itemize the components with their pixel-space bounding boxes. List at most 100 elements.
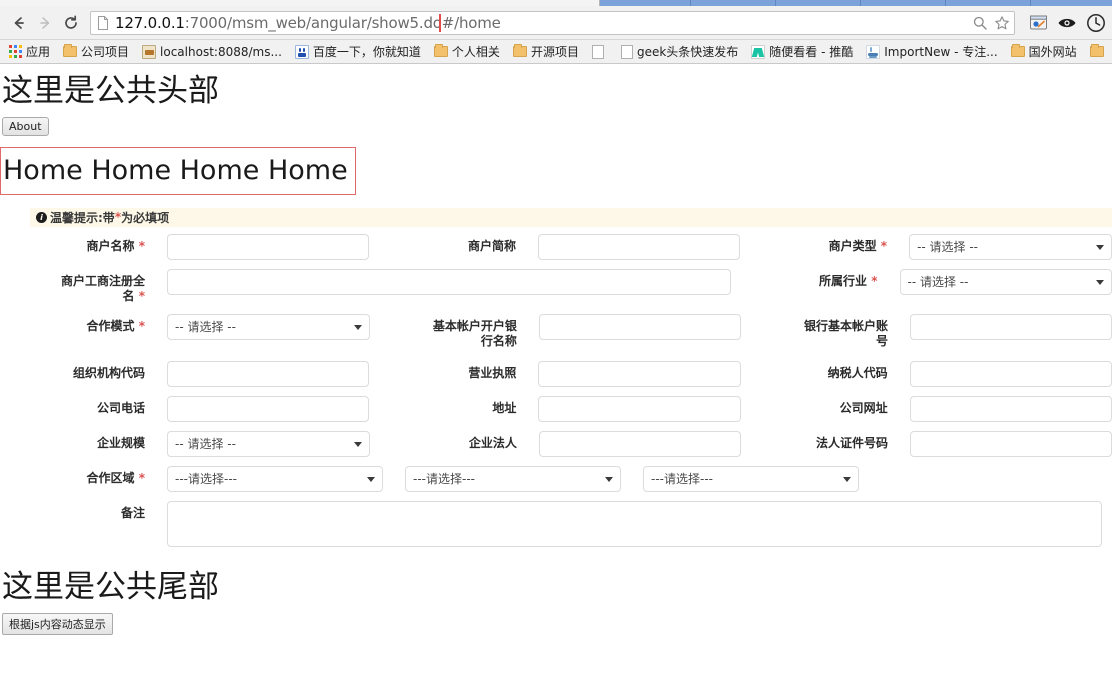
region-city-value: ---请选择--- <box>413 472 475 487</box>
bookmark-item[interactable]: ImportNew - 专注... <box>862 42 1001 61</box>
field-label-business-registration-name: 商户工商注册全名 * <box>60 273 145 303</box>
field-label-memo: 备注 <box>120 505 145 520</box>
company-scale-value: -- 请选择 -- <box>175 437 236 452</box>
bookmark-label: geek头条快速发布 <box>636 45 739 59</box>
field-label-bank-name: 基本帐户开户银 行名称 <box>432 318 517 348</box>
public-footer-title: 这里是公共尾部 <box>2 568 219 605</box>
folder-icon <box>1010 44 1025 57</box>
browser-chrome: 127.0.0.1:7000/msm_web/angular/show5.do#… <box>0 0 1112 64</box>
reload-icon[interactable] <box>58 10 84 36</box>
industry-value: -- 请选择 -- <box>907 275 969 290</box>
cooperation-mode-select[interactable]: -- 请选择 -- <box>167 313 370 340</box>
bookmark-item[interactable]: 应用 <box>5 42 54 61</box>
bookmark-item[interactable]: localhost:8088/ms... <box>138 44 286 60</box>
field-label-bank-account: 银行基本帐户账号 <box>803 318 888 348</box>
region-city-select[interactable]: ---请选择--- <box>405 465 621 492</box>
memo-textarea[interactable] <box>167 500 1102 547</box>
url-host: 127.0.0.1 <box>115 13 185 32</box>
region-province-value: ---请选择--- <box>175 472 237 487</box>
legal-person-input[interactable] <box>538 430 741 457</box>
chevron-down-icon <box>1096 279 1104 285</box>
clock-icon[interactable] <box>1086 13 1106 33</box>
page-document-icon <box>98 15 108 30</box>
back-arrow-icon[interactable] <box>6 10 32 36</box>
dynamic-js-button[interactable]: 根据js内容动态显示 <box>2 612 113 635</box>
tuicool-favicon <box>751 44 766 59</box>
info-circle-icon: i <box>36 211 47 223</box>
active-tab[interactable] <box>0 0 600 6</box>
url-path: :7000/msm_web/angular/show5.do <box>184 13 442 32</box>
merchant-name-input[interactable] <box>167 233 370 260</box>
field-label-address: 地址 <box>492 400 517 415</box>
chevron-down-icon <box>605 476 613 482</box>
business-registration-name-input[interactable] <box>167 268 731 295</box>
bookmark-item[interactable] <box>1086 44 1112 58</box>
merchant-type-select[interactable]: -- 请选择 -- <box>909 233 1112 260</box>
field-label-legal-person: 企业法人 <box>468 435 517 450</box>
folder-icon <box>433 44 448 57</box>
field-label-legal-person-id: 法人证件号码 <box>815 435 888 450</box>
merchant-short-name-input[interactable] <box>538 233 741 260</box>
merchant-type-value: -- 请选择 -- <box>917 240 979 255</box>
bank-account-input[interactable] <box>909 313 1112 340</box>
company-website-input[interactable] <box>909 395 1112 422</box>
field-label-company-scale: 企业规模 <box>96 435 145 450</box>
form-row: 商户工商注册全名 * 所属行业 * -- 请选择 -- <box>0 268 1112 304</box>
search-zoom-icon[interactable] <box>972 15 988 31</box>
taxpayer-code-input[interactable] <box>909 360 1112 387</box>
business-license-input[interactable] <box>538 360 741 387</box>
about-button[interactable]: About <box>2 116 49 136</box>
org-code-input[interactable] <box>167 360 370 387</box>
bookmark-label: localhost:8088/ms... <box>160 44 282 59</box>
form-row: 合作模式 * -- 请选择 -- 基本帐户开户银 行名称 银行基本帐户账号 <box>0 313 1112 349</box>
bookmark-label: 国外网站 <box>1028 45 1077 59</box>
tab-strip[interactable] <box>0 0 1112 6</box>
navigation-toolbar: 127.0.0.1:7000/msm_web/angular/show5.do#… <box>0 6 1112 40</box>
bookmark-item[interactable] <box>588 44 612 60</box>
bank-name-input[interactable] <box>538 313 741 340</box>
form-row: 企业规模 -- 请选择 -- 企业法人 法人证件号码 <box>0 430 1112 457</box>
field-label-cooperation-region: 合作区域 * <box>86 470 145 485</box>
bookmark-label: 公司项目 <box>81 45 130 59</box>
required-fields-tip: i 温馨提示:带 * 为必填项 <box>30 207 1112 227</box>
star-icon[interactable] <box>994 15 1010 31</box>
public-header-title: 这里是公共头部 <box>2 73 219 109</box>
field-label-cooperation-mode: 合作模式 * <box>86 318 145 333</box>
bookmark-item[interactable]: 国外网站 <box>1007 42 1081 61</box>
bookmark-label: 个人相关 <box>451 45 500 59</box>
bookmark-item[interactable]: 公司项目 <box>59 42 133 61</box>
field-label-merchant-short-name: 商户简称 <box>468 238 517 253</box>
company-scale-select[interactable]: -- 请选择 -- <box>167 430 370 457</box>
region-district-select[interactable]: ---请选择--- <box>643 465 859 492</box>
forward-arrow-icon[interactable] <box>32 10 58 36</box>
eye-icon[interactable] <box>1057 15 1077 31</box>
page-favicon <box>620 44 633 59</box>
bookmark-item[interactable]: 百度一下，你就知道 <box>291 42 425 61</box>
chevron-down-icon <box>843 476 851 482</box>
folder-icon <box>63 44 78 57</box>
address-bar[interactable]: 127.0.0.1:7000/msm_web/angular/show5.do#… <box>90 10 1015 35</box>
chevron-down-icon <box>353 324 362 330</box>
bookmark-label: 随便看看 - 推酷 <box>769 45 854 59</box>
bookmark-item[interactable]: 随便看看 - 推酷 <box>747 42 857 61</box>
bookmark-item[interactable]: 个人相关 <box>430 42 504 61</box>
chevron-down-icon <box>353 441 362 447</box>
url-hash-highlight: #/home <box>438 13 501 32</box>
extension-icon[interactable] <box>1029 13 1048 32</box>
form-row-memo: 备注 <box>0 500 1112 547</box>
tip-text-before: 温馨提示:带 <box>50 210 115 225</box>
bookmark-label: 百度一下，你就知道 <box>312 45 421 59</box>
region-district-value: ---请选择--- <box>651 472 713 487</box>
form-row-region: 合作区域 * ---请选择--- ---请选择--- ---请选择--- <box>0 465 1112 492</box>
industry-select[interactable]: -- 请选择 -- <box>899 268 1112 295</box>
bookmark-item[interactable]: 开源项目 <box>509 42 583 61</box>
baidu-favicon <box>294 44 309 59</box>
address-input[interactable] <box>538 395 741 422</box>
form-row: 商户名称 * 商户简称 商户类型 * -- 请选择 -- <box>0 233 1112 260</box>
region-province-select[interactable]: ---请选择--- <box>167 465 383 492</box>
java-favicon <box>866 44 881 59</box>
company-phone-input[interactable] <box>167 395 370 422</box>
bookmark-item[interactable]: geek头条快速发布 <box>617 42 742 61</box>
legal-person-id-input[interactable] <box>909 430 1112 457</box>
chevron-down-icon <box>1096 244 1104 250</box>
